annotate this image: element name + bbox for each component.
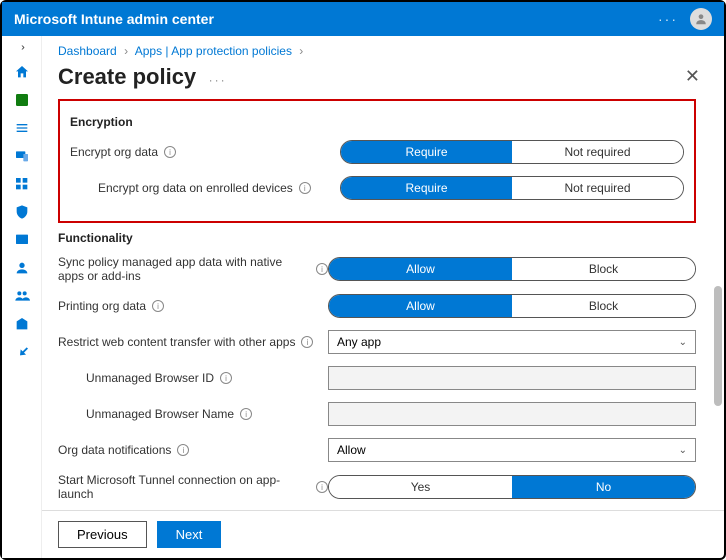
devices-icon[interactable] xyxy=(13,147,31,165)
info-icon[interactable]: i xyxy=(316,481,328,493)
input-unmanaged-browser-name[interactable] xyxy=(328,402,696,426)
apps-icon[interactable] xyxy=(13,175,31,193)
toggle-option-require[interactable]: Require xyxy=(341,177,512,199)
select-value: Any app xyxy=(337,335,381,349)
home-icon[interactable] xyxy=(13,63,31,81)
product-name: Microsoft Intune admin center xyxy=(14,11,214,27)
toggle-option-block[interactable]: Block xyxy=(512,258,695,280)
field-label: Org data notifications xyxy=(58,443,171,457)
list-icon[interactable] xyxy=(13,119,31,137)
info-icon[interactable]: i xyxy=(164,146,176,158)
scrollbar[interactable] xyxy=(714,136,722,516)
close-icon[interactable]: ✕ xyxy=(677,62,708,91)
expand-rail-icon[interactable]: ›› xyxy=(21,42,22,53)
troubleshoot-icon[interactable] xyxy=(13,343,31,361)
select-restrict-web[interactable]: Any app ⌄ xyxy=(328,330,696,354)
field-label: Start Microsoft Tunnel connection on app… xyxy=(58,473,310,501)
field-label: Unmanaged Browser Name xyxy=(86,407,234,421)
chevron-down-icon: ⌄ xyxy=(679,337,687,348)
toggle-option-block[interactable]: Block xyxy=(512,295,695,317)
person-icon xyxy=(694,12,708,26)
chevron-down-icon: ⌄ xyxy=(679,445,687,456)
breadcrumb-item[interactable]: Dashboard xyxy=(58,44,117,58)
page-title: Create policy xyxy=(58,64,196,89)
info-icon[interactable]: i xyxy=(301,336,313,348)
tenant-icon[interactable] xyxy=(13,315,31,333)
chevron-right-icon: › xyxy=(124,44,128,58)
toggle-option-not-required[interactable]: Not required xyxy=(512,141,683,163)
toggle-tunnel[interactable]: Yes No xyxy=(328,475,696,499)
field-label: Encrypt org data xyxy=(70,145,158,159)
section-heading-encryption: Encryption xyxy=(70,115,684,129)
info-icon[interactable]: i xyxy=(177,444,189,456)
section-heading-functionality: Functionality xyxy=(58,231,696,245)
page-more-icon[interactable]: ··· xyxy=(209,73,227,87)
field-label: Unmanaged Browser ID xyxy=(86,371,214,385)
select-value: Allow xyxy=(337,443,366,457)
security-icon[interactable] xyxy=(13,203,31,221)
encryption-highlight: Encryption Encrypt org data i Require No… xyxy=(58,99,696,223)
info-icon[interactable]: i xyxy=(152,300,164,312)
left-nav-rail: ›› xyxy=(2,36,42,558)
scrollbar-thumb[interactable] xyxy=(714,286,722,406)
input-unmanaged-browser-id[interactable] xyxy=(328,366,696,390)
wizard-footer: Previous Next xyxy=(42,510,724,558)
toggle-encrypt-enrolled[interactable]: Require Not required xyxy=(340,176,684,200)
avatar[interactable] xyxy=(690,8,712,30)
field-label: Printing org data xyxy=(58,299,146,313)
chevron-right-icon: › xyxy=(299,44,303,58)
select-notifications[interactable]: Allow ⌄ xyxy=(328,438,696,462)
toggle-printing[interactable]: Allow Block xyxy=(328,294,696,318)
info-icon[interactable]: i xyxy=(316,263,328,275)
toggle-option-not-required[interactable]: Not required xyxy=(512,177,683,199)
previous-button[interactable]: Previous xyxy=(58,521,147,548)
toggle-sync-policy[interactable]: Allow Block xyxy=(328,257,696,281)
breadcrumb-item[interactable]: Apps | App protection policies xyxy=(135,44,292,58)
toggle-option-require[interactable]: Require xyxy=(341,141,512,163)
next-button[interactable]: Next xyxy=(157,521,222,548)
header-more-icon[interactable]: ··· xyxy=(658,11,678,27)
reports-icon[interactable] xyxy=(13,231,31,249)
toggle-option-no[interactable]: No xyxy=(512,476,695,498)
field-label: Encrypt org data on enrolled devices xyxy=(98,181,293,195)
info-icon[interactable]: i xyxy=(220,372,232,384)
dashboard-icon[interactable] xyxy=(13,91,31,109)
app-header: Microsoft Intune admin center ··· xyxy=(2,2,724,36)
breadcrumb: Dashboard › Apps | App protection polici… xyxy=(42,36,724,62)
field-label: Restrict web content transfer with other… xyxy=(58,335,295,349)
toggle-option-allow[interactable]: Allow xyxy=(329,295,512,317)
toggle-option-allow[interactable]: Allow xyxy=(329,258,512,280)
info-icon[interactable]: i xyxy=(240,408,252,420)
field-label: Sync policy managed app data with native… xyxy=(58,255,310,283)
toggle-encrypt-org-data[interactable]: Require Not required xyxy=(340,140,684,164)
groups-icon[interactable] xyxy=(13,287,31,305)
info-icon[interactable]: i xyxy=(299,182,311,194)
toggle-option-yes[interactable]: Yes xyxy=(329,476,512,498)
users-icon[interactable] xyxy=(13,259,31,277)
